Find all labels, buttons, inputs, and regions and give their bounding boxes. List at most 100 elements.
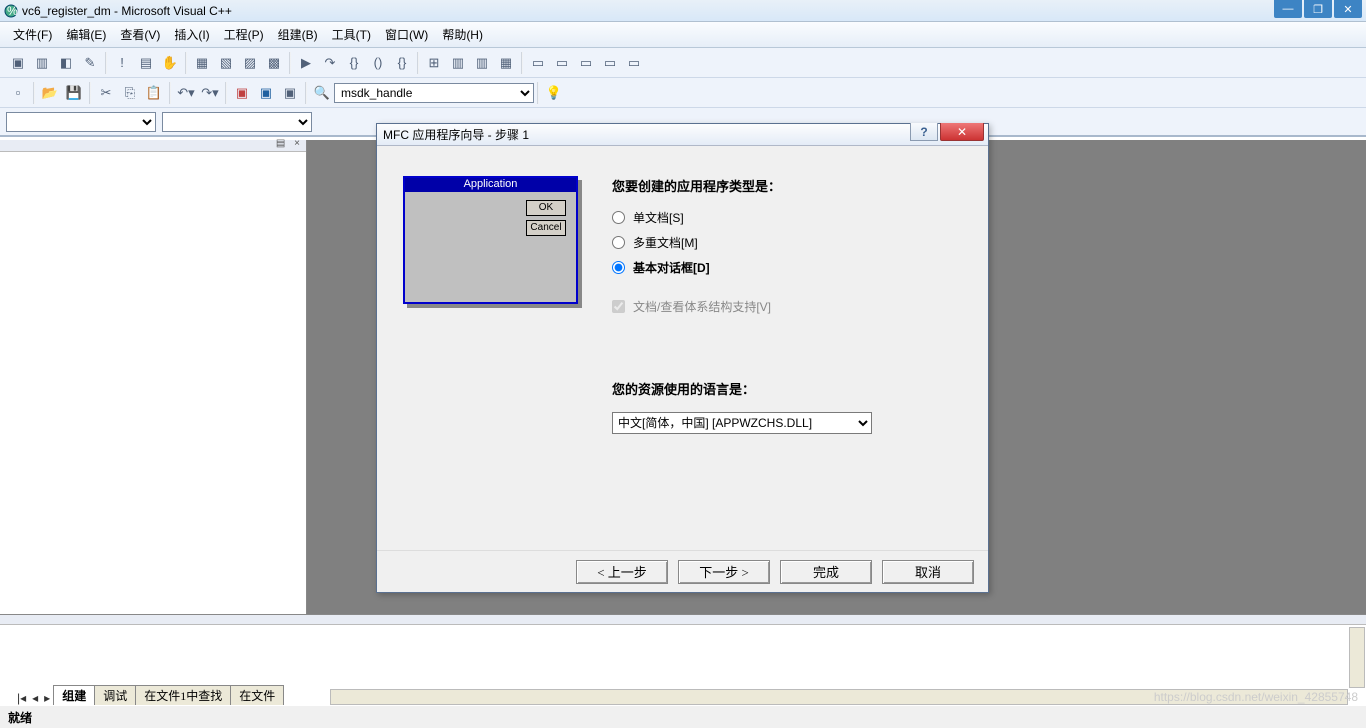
dialog-footer: < 上一步 下一步 > 完成 取消: [377, 550, 988, 592]
toolbar-separator: [225, 82, 227, 104]
menu-window[interactable]: 窗口(W): [378, 23, 435, 46]
toolbar-separator: [521, 52, 523, 74]
mfc-appwizard-dialog: MFC 应用程序向导 - 步骤 1 ? ✕ Application OK Can…: [376, 123, 989, 593]
scrollbar-vertical[interactable]: [1349, 627, 1365, 688]
tool-generic-icon[interactable]: ▣: [7, 52, 29, 74]
tool-copy-icon[interactable]: ⎘: [119, 82, 141, 104]
cancel-button[interactable]: 取消: [882, 560, 974, 584]
tool-window-icon[interactable]: ▭: [551, 52, 573, 74]
tool-step-into-icon[interactable]: {}: [343, 52, 365, 74]
tool-generic-icon[interactable]: ▦: [191, 52, 213, 74]
tool-step-out-icon[interactable]: (): [367, 52, 389, 74]
radio-input[interactable]: [612, 236, 625, 249]
dock-grip[interactable]: [0, 140, 306, 152]
tool-generic-icon[interactable]: ▧: [215, 52, 237, 74]
finish-button[interactable]: 完成: [780, 560, 872, 584]
menu-tools[interactable]: 工具(T): [325, 23, 378, 46]
tool-res-icon[interactable]: ▣: [255, 82, 277, 104]
tool-watch-icon[interactable]: ▥: [471, 52, 493, 74]
tool-step-over-icon[interactable]: ↷: [319, 52, 341, 74]
dialog-help-button[interactable]: ?: [910, 123, 938, 141]
tool-new-icon[interactable]: ▫: [7, 82, 29, 104]
tool-generic-icon[interactable]: ▨: [239, 52, 261, 74]
tool-hand-icon[interactable]: ✋: [159, 52, 181, 74]
output-tab-find1[interactable]: 在文件1中查找: [135, 685, 231, 705]
output-tab-build[interactable]: 组建: [53, 685, 95, 705]
tool-watch-icon[interactable]: ▦: [495, 52, 517, 74]
tool-paste-icon[interactable]: 📋: [143, 82, 165, 104]
tool-window-icon[interactable]: ▭: [623, 52, 645, 74]
tool-save-icon[interactable]: 💾: [63, 82, 85, 104]
tab-nav-next-icon[interactable]: ▸: [41, 691, 53, 705]
menu-project[interactable]: 工程(P): [217, 23, 271, 46]
close-button[interactable]: ✕: [1334, 0, 1362, 18]
dialog-close-button[interactable]: ✕: [940, 123, 984, 141]
menu-bar: 文件(F) 编辑(E) 查看(V) 插入(I) 工程(P) 组建(B) 工具(T…: [0, 22, 1366, 48]
checkbox-input: [612, 300, 625, 313]
tool-generic-icon[interactable]: ▤: [135, 52, 157, 74]
tool-help-icon[interactable]: 💡: [543, 82, 565, 104]
toolbar-separator: [305, 82, 307, 104]
tool-window-icon[interactable]: ▭: [575, 52, 597, 74]
toolbar-row-1: ▣ ▥ ◧ ✎ ! ▤ ✋ ▦ ▧ ▨ ▩ ▶ ↷ {} () {} ⊞ ▥ ▥…: [0, 48, 1366, 78]
checkbox-docview-support: 文档/查看体系结构支持[V]: [612, 298, 968, 315]
tool-open-icon[interactable]: 📂: [39, 82, 61, 104]
radio-input[interactable]: [612, 211, 625, 224]
preview-pane: Application OK Cancel: [403, 176, 578, 304]
tool-watch-icon[interactable]: ⊞: [423, 52, 445, 74]
maximize-button[interactable]: ❐: [1304, 0, 1332, 18]
tool-run-icon[interactable]: ▶: [295, 52, 317, 74]
preview-ok-button: OK: [526, 200, 566, 216]
tool-class-icon[interactable]: ▣: [231, 82, 253, 104]
window-title: vc6_register_dm - Microsoft Visual C++: [22, 4, 1362, 18]
tool-file-icon[interactable]: ▣: [279, 82, 301, 104]
wizardbar-combo[interactable]: msdk_handle: [334, 83, 534, 103]
workspace-panel: [0, 140, 307, 614]
tool-generic-icon[interactable]: ◧: [55, 52, 77, 74]
tool-cut-icon[interactable]: ✂: [95, 82, 117, 104]
tool-window-icon[interactable]: ▭: [527, 52, 549, 74]
radio-input[interactable]: [612, 261, 625, 274]
tool-watch-icon[interactable]: ▥: [447, 52, 469, 74]
toolbar-separator: [169, 82, 171, 104]
tab-nav-prev-icon[interactable]: ◂: [29, 691, 41, 705]
output-tab-debug[interactable]: 调试: [94, 685, 136, 705]
tool-find-icon[interactable]: 🔍: [311, 82, 333, 104]
tool-window-icon[interactable]: ▭: [599, 52, 621, 74]
next-button[interactable]: 下一步 >: [678, 560, 770, 584]
tool-undo-icon[interactable]: ↶▾: [175, 82, 197, 104]
tool-bracket-icon[interactable]: {}: [391, 52, 413, 74]
toolbar-separator: [33, 82, 35, 104]
menu-insert[interactable]: 插入(I): [167, 23, 216, 46]
menu-edit[interactable]: 编辑(E): [59, 23, 113, 46]
svg-text:%: %: [7, 4, 18, 18]
radio-label: 多重文档[M]: [633, 234, 698, 251]
title-bar: % vc6_register_dm - Microsoft Visual C++…: [0, 0, 1366, 22]
radio-label: 单文档[S]: [633, 209, 684, 226]
toolbar-separator: [89, 82, 91, 104]
radio-multiple-doc[interactable]: 多重文档[M]: [612, 234, 968, 251]
tool-generic-icon[interactable]: ▩: [263, 52, 285, 74]
radio-dialog-based[interactable]: 基本对话框[D]: [612, 259, 968, 276]
menu-help[interactable]: 帮助(H): [435, 23, 490, 46]
radio-single-doc[interactable]: 单文档[S]: [612, 209, 968, 226]
dialog-title-bar[interactable]: MFC 应用程序向导 - 步骤 1 ? ✕: [377, 124, 988, 146]
tool-generic-icon[interactable]: !: [111, 52, 133, 74]
tab-nav-first-icon[interactable]: |◂: [14, 691, 29, 705]
menu-file[interactable]: 文件(F): [6, 23, 59, 46]
minimize-button[interactable]: —: [1274, 0, 1302, 18]
output-tab-find2[interactable]: 在文件: [230, 685, 284, 705]
config-combo-1[interactable]: [6, 112, 156, 132]
tool-generic-icon[interactable]: ✎: [79, 52, 101, 74]
dialog-title: MFC 应用程序向导 - 步骤 1: [383, 126, 529, 143]
config-combo-2[interactable]: [162, 112, 312, 132]
status-bar: 就绪: [0, 706, 1366, 728]
tool-generic-icon[interactable]: ▥: [31, 52, 53, 74]
toolbar-separator: [417, 52, 419, 74]
dock-grip[interactable]: [0, 615, 1366, 625]
tool-redo-icon[interactable]: ↷▾: [199, 82, 221, 104]
menu-build[interactable]: 组建(B): [271, 23, 325, 46]
menu-view[interactable]: 查看(V): [113, 23, 167, 46]
back-button[interactable]: < 上一步: [576, 560, 668, 584]
language-select[interactable]: 中文[简体，中国] [APPWZCHS.DLL]: [612, 412, 872, 434]
